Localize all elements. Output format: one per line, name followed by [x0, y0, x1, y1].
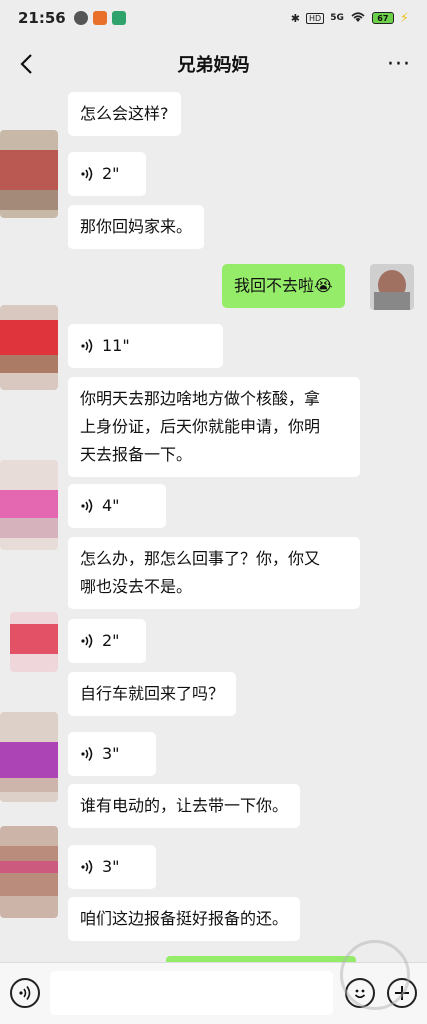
incoming-text-message[interactable]: 你明天去那边啥地方做个核酸，拿 上身份证，后天你就能申请，你明 天去报备一下。	[68, 377, 360, 477]
voice-wave-icon	[81, 167, 93, 181]
incoming-text-message[interactable]: 谁有电动的，让去带一下你。	[68, 784, 301, 828]
wifi-icon	[350, 11, 366, 26]
network-label: 5G	[330, 13, 344, 23]
vibrate-icon: ✱	[290, 11, 301, 25]
contact-avatar[interactable]	[0, 305, 58, 390]
voice-wave-icon	[19, 986, 31, 1000]
app-notification-icon-2	[111, 11, 126, 25]
message-line: 上身份证，后天你就能申请，你明	[80, 417, 321, 436]
voice-wave-icon	[81, 499, 93, 513]
app-notification-icon	[92, 11, 107, 25]
status-bar: 21:56 ✱ HD 5G 67 ⚡	[0, 0, 427, 36]
message-line: 你明天去那边啥地方做个核酸，拿	[80, 389, 321, 408]
incoming-voice-message[interactable]: 4"	[68, 484, 166, 528]
self-avatar[interactable]	[370, 264, 414, 310]
chevron-left-icon	[20, 54, 32, 74]
incoming-text-message[interactable]: 那你回妈家来。	[68, 205, 205, 249]
message-text: 怎么会这样?	[80, 104, 169, 123]
message-text: 那你回妈家来。	[80, 217, 193, 236]
battery-level: 67	[377, 13, 389, 23]
contact-avatar[interactable]	[0, 460, 58, 550]
watermark-logo	[340, 940, 410, 1010]
incoming-text-message[interactable]: 咱们这边报备挺好报备的还。	[68, 897, 301, 941]
message-text: 谁有电动的，让去带一下你。	[80, 796, 289, 815]
voice-duration: 2"	[102, 164, 120, 183]
notification-icons	[73, 11, 126, 25]
status-right: ✱ HD 5G 67 ⚡	[291, 11, 409, 26]
message-text: 我回不去啦😭	[234, 276, 333, 295]
battery-icon: 67	[371, 12, 394, 24]
voice-duration: 2"	[102, 631, 120, 650]
message-input[interactable]	[50, 971, 333, 1015]
message-text: 自行车就回来了吗？	[80, 684, 225, 703]
voice-wave-icon	[81, 860, 93, 874]
message-line: 哪也没去不是。	[80, 577, 193, 596]
voice-duration: 3"	[102, 744, 120, 763]
voice-input-button[interactable]	[10, 978, 40, 1008]
voice-duration: 11"	[102, 336, 130, 355]
incoming-text-message[interactable]: 怎么会这样?	[68, 92, 181, 136]
outgoing-text-message[interactable]: 我回不去啦😭	[222, 264, 345, 308]
message-text: 咱们这边报备挺好报备的还。	[80, 909, 289, 928]
voice-wave-icon	[81, 339, 93, 353]
incoming-voice-message[interactable]: 3"	[68, 732, 156, 776]
contact-avatar[interactable]	[0, 130, 58, 218]
incoming-text-message[interactable]: 自行车就回来了吗？	[68, 672, 237, 716]
chat-title: 兄弟妈妈	[177, 55, 250, 76]
wechat-icon	[73, 11, 88, 25]
chat-header: 兄弟妈妈 ···	[0, 36, 427, 92]
charging-icon: ⚡	[399, 10, 409, 26]
contact-avatar[interactable]	[10, 612, 58, 672]
more-button[interactable]: ···	[385, 50, 413, 78]
status-time: 21:56	[18, 9, 66, 27]
voice-wave-icon	[81, 634, 93, 648]
incoming-voice-message[interactable]: 2"	[68, 152, 146, 196]
incoming-voice-message[interactable]: 11"	[68, 324, 223, 368]
contact-avatar[interactable]	[0, 826, 58, 918]
incoming-voice-message[interactable]: 2"	[68, 619, 146, 663]
voice-duration: 3"	[102, 857, 120, 876]
incoming-voice-message[interactable]: 3"	[68, 845, 156, 889]
incoming-text-message[interactable]: 怎么办，那怎么回事了？你，你又 哪也没去不是。	[68, 537, 360, 609]
contact-avatar[interactable]	[0, 712, 58, 802]
hd-badge: HD	[306, 12, 325, 24]
back-button[interactable]	[12, 50, 40, 78]
voice-duration: 4"	[102, 496, 120, 515]
message-line: 怎么办，那怎么回事了？你，你又	[80, 549, 321, 568]
message-line: 天去报备一下。	[80, 445, 193, 464]
voice-wave-icon	[81, 747, 93, 761]
